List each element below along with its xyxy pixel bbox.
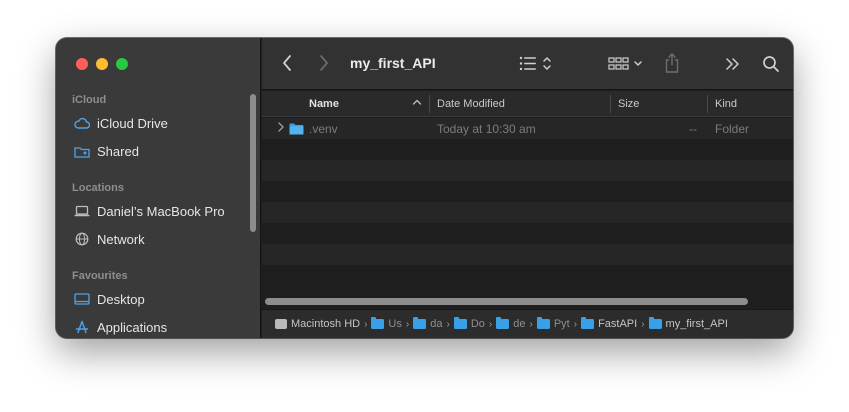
empty-row xyxy=(262,202,793,223)
sidebar-scrollbar[interactable] xyxy=(250,94,256,232)
path-item-label: Us xyxy=(388,318,402,330)
path-item-label: da xyxy=(430,318,443,330)
close-button[interactable] xyxy=(76,58,88,70)
path-item-label: my_first_API xyxy=(665,318,728,330)
sidebar-item-label: Network xyxy=(97,231,145,247)
cloud-icon xyxy=(74,115,90,131)
file-date-modified: Today at 10:30 am xyxy=(437,122,536,136)
file-size: -- xyxy=(689,122,697,136)
disclosure-chevron-icon[interactable] xyxy=(277,121,285,136)
file-list: .venv Today at 10:30 am -- Folder xyxy=(262,118,793,294)
empty-row xyxy=(262,181,793,202)
sidebar-section-locations: Locations xyxy=(72,182,124,194)
sidebar-item-macbook[interactable]: Daniel’s MacBook Pro xyxy=(74,201,225,221)
path-item-label: Pyt xyxy=(553,318,570,330)
path-item-macintosh-hd[interactable]: Macintosh HD xyxy=(275,318,360,330)
search-icon[interactable] xyxy=(762,55,780,78)
horizontal-scrollbar[interactable] xyxy=(265,298,748,305)
zoom-button[interactable] xyxy=(116,58,128,70)
sidebar-section-favourites: Favourites xyxy=(72,270,128,282)
sidebar: iCloud iCloud Drive Shared Locations Dan… xyxy=(56,38,261,338)
finder-window: iCloud iCloud Drive Shared Locations Dan… xyxy=(56,38,793,338)
path-item-fastapi[interactable]: FastAPI xyxy=(581,317,638,330)
folder-icon xyxy=(453,317,467,329)
sidebar-item-label: Shared xyxy=(97,143,139,159)
path-separator-chevron-icon: › xyxy=(641,318,645,330)
back-chevron-icon[interactable] xyxy=(282,54,292,77)
folder-icon xyxy=(289,123,304,138)
sidebar-item-label: Desktop xyxy=(97,291,145,307)
desktop-icon xyxy=(74,291,90,307)
folder-icon xyxy=(496,317,510,329)
path-item-label: FastAPI xyxy=(598,318,638,330)
path-item-label: Do xyxy=(470,318,485,330)
path-separator-chevron-icon: › xyxy=(405,318,410,330)
table-row[interactable]: .venv Today at 10:30 am -- Folder xyxy=(262,118,793,139)
column-divider[interactable] xyxy=(707,95,708,113)
empty-row xyxy=(262,244,793,265)
toolbar: my_first_API xyxy=(262,38,793,90)
group-by-icon[interactable] xyxy=(608,55,646,78)
disk-icon xyxy=(275,319,287,329)
path-item-label: Macintosh HD xyxy=(291,318,361,330)
user-folder-icon xyxy=(371,317,385,329)
path-item-python[interactable]: Pyt xyxy=(536,317,570,330)
folder-icon xyxy=(648,317,662,329)
empty-row xyxy=(262,223,793,244)
sidebar-section-icloud: iCloud xyxy=(72,94,107,106)
sidebar-item-label: Applications xyxy=(97,319,168,335)
path-item-dev[interactable]: de xyxy=(496,317,526,330)
column-date-modified[interactable]: Date Modified xyxy=(437,98,505,110)
path-separator-chevron-icon: › xyxy=(573,318,578,330)
column-name[interactable]: Name xyxy=(309,98,339,110)
list-view-icon[interactable] xyxy=(519,55,555,78)
shared-folder-icon xyxy=(74,143,90,159)
file-name: .venv xyxy=(309,122,338,136)
empty-row xyxy=(262,265,793,286)
file-kind: Folder xyxy=(715,122,750,136)
path-separator-chevron-icon: › xyxy=(446,318,450,330)
forward-chevron-icon[interactable] xyxy=(319,54,329,77)
sort-ascending-chevron-icon[interactable] xyxy=(412,97,422,110)
path-bar: Macintosh HD › Us › da › Do › de › Pyt ›… xyxy=(262,309,793,338)
empty-row xyxy=(262,139,793,160)
sidebar-item-desktop[interactable]: Desktop xyxy=(74,289,145,309)
sidebar-item-label: Daniel’s MacBook Pro xyxy=(97,203,225,219)
window-title: my_first_API xyxy=(350,55,436,71)
more-items-chevron-icon[interactable] xyxy=(725,56,741,77)
path-separator-chevron-icon: › xyxy=(364,318,368,330)
globe-icon xyxy=(74,231,90,247)
empty-row xyxy=(262,160,793,181)
sidebar-item-shared[interactable]: Shared xyxy=(74,141,139,161)
column-kind[interactable]: Kind xyxy=(715,98,737,110)
column-divider[interactable] xyxy=(429,95,430,113)
path-item-documents[interactable]: Do xyxy=(453,317,485,330)
path-item-label: de xyxy=(513,318,526,330)
path-item-home[interactable]: da xyxy=(413,317,443,330)
path-separator-chevron-icon: › xyxy=(488,318,493,330)
sidebar-item-label: iCloud Drive xyxy=(97,115,168,131)
column-header: Name Date Modified Size Kind xyxy=(262,91,793,117)
path-item-users[interactable]: Us xyxy=(371,317,402,330)
path-separator-chevron-icon: › xyxy=(529,318,533,330)
column-divider[interactable] xyxy=(610,95,611,113)
laptop-icon xyxy=(74,203,90,219)
minimize-button[interactable] xyxy=(96,58,108,70)
path-item-my-first-api[interactable]: my_first_API xyxy=(648,317,728,330)
applications-icon xyxy=(74,319,90,335)
home-folder-icon xyxy=(413,317,427,329)
column-size[interactable]: Size xyxy=(618,98,639,110)
main-pane: my_first_API Name Date Modified Size Kin… xyxy=(262,38,793,338)
folder-icon xyxy=(581,317,595,329)
share-icon[interactable] xyxy=(664,52,680,79)
sidebar-item-applications[interactable]: Applications xyxy=(74,317,167,337)
sidebar-item-network[interactable]: Network xyxy=(74,229,145,249)
folder-icon xyxy=(536,317,550,329)
sidebar-item-icloud-drive[interactable]: iCloud Drive xyxy=(74,113,168,133)
